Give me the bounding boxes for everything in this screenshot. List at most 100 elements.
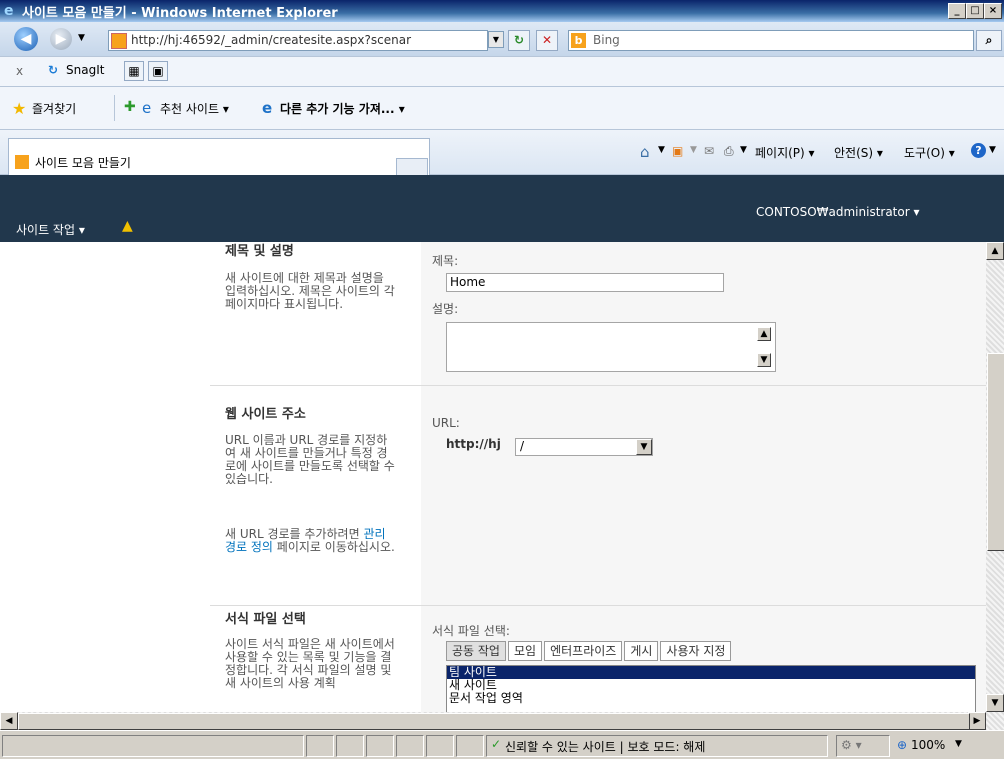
zoom-dropdown-icon[interactable]: ▼ xyxy=(955,739,962,749)
search-go-icon[interactable]: ⌕ xyxy=(976,30,1002,51)
section-title-desc-heading: 제목 및 설명 xyxy=(225,244,294,259)
privacy-cell[interactable]: ⚙ ▾ xyxy=(836,735,890,757)
security-zone-text: 신뢰할 수 있는 사이트 | 보호 모드: 해제 xyxy=(505,740,706,754)
address-url: http://hj:46592/_admin/createsite.aspx?s… xyxy=(131,33,412,47)
status-cell xyxy=(336,735,364,757)
scroll-down-icon[interactable]: ▼ xyxy=(986,694,1004,712)
search-input[interactable]: b Bing xyxy=(568,30,974,51)
feeds-dropdown-icon[interactable]: ▼ xyxy=(690,145,697,155)
template-select-label: 서식 파일 선택: xyxy=(432,624,510,638)
scroll-left-icon[interactable]: ◀ xyxy=(0,712,18,730)
mail-icon[interactable]: ✉ xyxy=(704,144,714,158)
description-textarea[interactable]: ▲ ▼ xyxy=(446,322,776,372)
url-path-value: / xyxy=(520,439,525,453)
tab-favicon-icon xyxy=(15,155,29,169)
zoom-level: 100% xyxy=(911,738,946,752)
help-icon[interactable]: ? xyxy=(971,143,986,158)
trusted-check-icon: ✓ xyxy=(491,737,502,751)
print-dropdown-icon[interactable]: ▼ xyxy=(740,145,747,155)
capture-window-icon[interactable]: ▦ xyxy=(124,61,144,81)
url-prefix: http://hj xyxy=(446,437,501,451)
tab-meetings[interactable]: 모임 xyxy=(507,641,543,661)
user-menu[interactable]: CONTOSO₩administrator ▾ xyxy=(756,205,920,219)
suggested-sites-link[interactable]: 추천 사이트 ▾ xyxy=(160,100,229,117)
navigate-up-icon[interactable]: ▲ xyxy=(122,218,133,234)
desc-label: 설명: xyxy=(432,302,459,316)
managed-paths-note-suffix: 페이지로 이동하십시오. xyxy=(272,540,395,554)
section-web-address-description: URL 이름과 URL 경로를 지정하여 새 사이트를 만들거나 특정 경로에 … xyxy=(225,433,395,486)
tab-collaboration[interactable]: 공동 작업 xyxy=(446,641,506,661)
textarea-scroll-down-icon[interactable]: ▼ xyxy=(757,353,771,367)
section-template-heading: 서식 파일 선택 xyxy=(225,612,306,627)
sharepoint-favicon-icon xyxy=(111,33,127,49)
tab-toolbar: 사이트 모음 만들기 ⌂ ▼ ▣ ▼ ✉ ⎙ ▼ 페이지(P) ▾ 안전(S) … xyxy=(0,130,1004,176)
title-input-value: Home xyxy=(450,275,486,289)
close-button[interactable]: × xyxy=(984,3,1002,19)
site-actions-menu[interactable]: 사이트 작업 ▾ xyxy=(16,221,85,238)
history-dropdown-icon[interactable]: ▼ xyxy=(78,33,85,43)
address-dropdown-icon[interactable]: ▼ xyxy=(488,31,504,48)
favorites-star-icon: ★ xyxy=(12,99,27,118)
url-path-select[interactable]: / ▼ xyxy=(515,438,653,456)
maximize-button[interactable]: □ xyxy=(966,3,984,19)
status-cell xyxy=(396,735,424,757)
ie-addons-icon: e xyxy=(262,99,273,117)
home-icon[interactable]: ⌂ xyxy=(640,143,650,161)
bing-icon: b xyxy=(571,33,586,48)
status-cell xyxy=(456,735,484,757)
template-item-document-workspace[interactable]: 문서 작업 영역 xyxy=(447,692,975,705)
more-addons-link[interactable]: 다른 추가 기능 가져... ▾ xyxy=(280,100,405,117)
help-dropdown-icon[interactable]: ▼ xyxy=(989,145,996,155)
feeds-icon[interactable]: ▣ xyxy=(672,144,683,158)
url-path-dropdown-icon[interactable]: ▼ xyxy=(636,439,652,455)
favorites-button[interactable]: 즐겨찾기 xyxy=(32,100,76,117)
tab-title: 사이트 모음 만들기 xyxy=(35,156,131,170)
url-label: URL: xyxy=(432,416,460,430)
status-cell xyxy=(366,735,394,757)
minimize-button[interactable]: _ xyxy=(948,3,966,19)
address-input[interactable]: http://hj:46592/_admin/createsite.aspx?s… xyxy=(108,30,488,51)
back-button[interactable]: ◀ xyxy=(14,27,38,51)
snagit-button[interactable]: SnagIt xyxy=(66,63,104,77)
title-input[interactable]: Home xyxy=(446,273,724,292)
toolbar-close-button[interactable]: x xyxy=(16,64,23,78)
separator xyxy=(114,95,115,121)
sharepoint-ribbon: CONTOSO₩administrator ▾ 사이트 작업 ▾ ▲ xyxy=(0,186,1004,242)
window-title-bar: e 사이트 모음 만들기 - Windows Internet Explorer… xyxy=(0,0,1004,22)
print-icon[interactable]: ⎙ xyxy=(724,144,734,159)
new-tab-button[interactable] xyxy=(396,158,428,176)
managed-paths-note-prefix: 새 URL 경로를 추가하려면 xyxy=(225,527,364,541)
page-menu[interactable]: 페이지(P) ▾ xyxy=(755,144,815,161)
forward-button[interactable]: ▶ xyxy=(50,28,72,50)
search-placeholder: Bing xyxy=(593,33,620,47)
horizontal-scroll-thumb[interactable] xyxy=(18,713,970,730)
tab-current[interactable]: 사이트 모음 만들기 xyxy=(8,138,430,175)
capture-settings-icon[interactable]: ▣ xyxy=(148,61,168,81)
section-template-description: 사이트 서식 파일은 새 사이트에서 사용할 수 있는 목록 및 기능을 결정합… xyxy=(225,638,395,690)
stop-icon[interactable]: ✕ xyxy=(536,30,558,51)
home-dropdown-icon[interactable]: ▼ xyxy=(658,145,665,155)
vertical-scroll-thumb[interactable] xyxy=(987,353,1004,551)
section-title-desc-description: 새 사이트에 대한 제목과 설명을 입력하십시오. 제목은 사이트의 각 페이지… xyxy=(225,271,395,311)
refresh-icon[interactable]: ↻ xyxy=(508,30,530,51)
tab-custom[interactable]: 사용자 지정 xyxy=(660,641,732,661)
safety-menu[interactable]: 안전(S) ▾ xyxy=(834,144,883,161)
tab-enterprise[interactable]: 엔터프라이즈 xyxy=(544,641,623,661)
textarea-scroll-up-icon[interactable]: ▲ xyxy=(757,327,771,341)
scroll-right-icon[interactable]: ▶ xyxy=(968,712,986,730)
template-item-blank-site[interactable]: 새 사이트 xyxy=(447,679,975,692)
section-divider xyxy=(210,605,986,606)
tab-publishing[interactable]: 게시 xyxy=(624,641,659,661)
scroll-up-icon[interactable]: ▲ xyxy=(986,242,1004,260)
status-text-cell xyxy=(2,735,304,757)
zoom-cell[interactable]: ⊕ 100% ▼ xyxy=(892,735,998,757)
tools-menu[interactable]: 도구(O) ▾ xyxy=(904,144,955,161)
snagit-icon: ↻ xyxy=(48,63,59,77)
template-item-team-site[interactable]: 팀 사이트 xyxy=(447,666,975,679)
add-favorite-icon[interactable]: ✚ xyxy=(124,99,136,115)
security-zone-cell[interactable]: ✓ 신뢰할 수 있는 사이트 | 보호 모드: 해제 xyxy=(486,735,828,757)
template-list[interactable]: 팀 사이트 새 사이트 문서 작업 영역 xyxy=(446,665,976,712)
zoom-icon: ⊕ xyxy=(897,738,908,752)
status-cell xyxy=(426,735,454,757)
template-category-tabs: 공동 작업 모임 엔터프라이즈 게시 사용자 지정 xyxy=(446,641,733,661)
